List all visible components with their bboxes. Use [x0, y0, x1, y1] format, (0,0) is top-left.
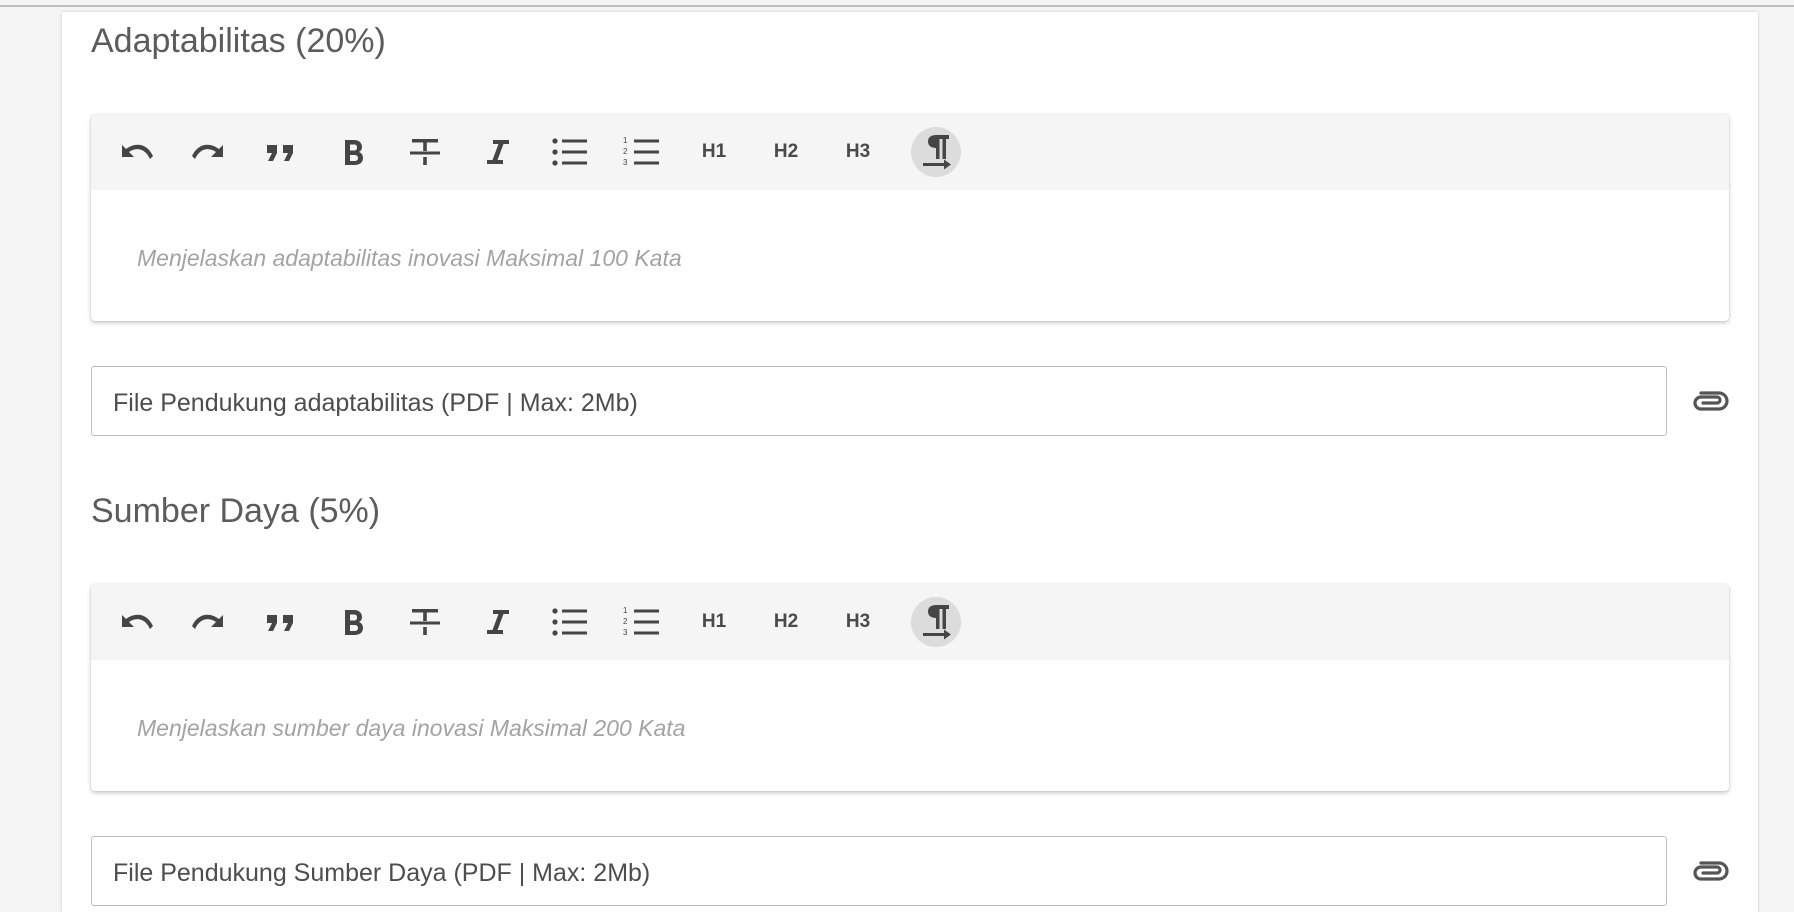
ordered-list-button[interactable]: 1 2 3 — [617, 597, 667, 647]
bullet-list-button[interactable] — [545, 597, 595, 647]
editor-toolbar: 1 2 3 H1 H2 H3 — [91, 114, 1729, 190]
heading-3-button[interactable]: H3 — [833, 127, 883, 177]
strikethrough-icon — [410, 139, 440, 165]
ordered-list-icon: 1 2 3 — [623, 136, 659, 167]
strikethrough-button[interactable] — [400, 127, 450, 177]
file-input-adaptabilitas[interactable]: File Pendukung adaptabilitas (PDF | Max:… — [91, 366, 1667, 436]
undo-icon — [122, 144, 153, 159]
heading-1-button[interactable]: H1 — [689, 127, 739, 177]
strikethrough-button[interactable] — [400, 597, 450, 647]
italic-button[interactable] — [473, 597, 523, 647]
svg-text:3: 3 — [623, 628, 628, 637]
editor-content[interactable]: Menjelaskan sumber daya inovasi Maksimal… — [91, 660, 1729, 791]
bullet-list-button[interactable] — [545, 127, 595, 177]
heading-1-button[interactable]: H1 — [689, 597, 739, 647]
paragraph-button[interactable] — [911, 127, 961, 177]
svg-text:2: 2 — [623, 147, 628, 156]
undo-button[interactable] — [111, 127, 161, 177]
bullet-list-icon — [552, 608, 587, 636]
editor-placeholder: Menjelaskan sumber daya inovasi Maksimal… — [137, 715, 686, 741]
blockquote-icon — [267, 615, 293, 631]
editor-toolbar: 1 2 3 H1 H2 H3 — [91, 584, 1729, 660]
blockquote-button[interactable] — [256, 127, 306, 177]
paragraph-icon — [923, 135, 951, 170]
heading-2-button[interactable]: H2 — [761, 127, 811, 177]
undo-icon — [122, 614, 153, 629]
file-input-sumber-daya[interactable]: File Pendukung Sumber Daya (PDF | Max: 2… — [91, 836, 1667, 906]
ordered-list-icon: 1 2 3 — [623, 606, 659, 637]
rich-text-editor-sumber-daya: 1 2 3 H1 H2 H3 Menjelaskan sumber daya ino… — [91, 584, 1729, 791]
svg-text:1: 1 — [623, 136, 628, 145]
editor-content[interactable]: Menjelaskan adaptabilitas inovasi Maksim… — [91, 190, 1729, 321]
page-top-border — [0, 0, 1794, 7]
paperclip-icon — [1693, 861, 1729, 881]
bold-button[interactable] — [328, 127, 378, 177]
italic-button[interactable] — [473, 127, 523, 177]
italic-icon — [487, 610, 509, 634]
bold-icon — [345, 140, 363, 165]
redo-icon — [192, 614, 223, 629]
redo-button[interactable] — [184, 127, 234, 177]
strikethrough-icon — [410, 609, 440, 635]
svg-text:1: 1 — [623, 606, 628, 615]
attach-file-button[interactable] — [1688, 856, 1730, 886]
bold-button[interactable] — [328, 597, 378, 647]
bold-icon — [345, 610, 363, 635]
redo-button[interactable] — [184, 597, 234, 647]
bullet-list-icon — [552, 138, 587, 166]
file-input-label: File Pendukung adaptabilitas (PDF | Max:… — [113, 389, 638, 417]
heading-3-button[interactable]: H3 — [833, 597, 883, 647]
svg-text:2: 2 — [623, 617, 628, 626]
file-input-label: File Pendukung Sumber Daya (PDF | Max: 2… — [113, 859, 651, 887]
section-title-sumber-daya: Sumber Daya (5%) — [91, 492, 381, 530]
italic-icon — [487, 140, 509, 164]
blockquote-icon — [267, 145, 293, 161]
blockquote-button[interactable] — [256, 597, 306, 647]
svg-text:3: 3 — [623, 158, 628, 167]
paperclip-icon — [1693, 391, 1729, 411]
paragraph-button[interactable] — [911, 597, 961, 647]
heading-2-button[interactable]: H2 — [761, 597, 811, 647]
rich-text-editor-adaptabilitas: 1 2 3 H1 H2 H3 Menjelaskan adaptabilitas i… — [91, 114, 1729, 321]
undo-button[interactable] — [111, 597, 161, 647]
redo-icon — [192, 144, 223, 159]
attach-file-button[interactable] — [1688, 386, 1730, 416]
paragraph-icon — [923, 605, 951, 640]
editor-placeholder: Menjelaskan adaptabilitas inovasi Maksim… — [137, 245, 682, 271]
ordered-list-button[interactable]: 1 2 3 — [617, 127, 667, 177]
section-title-adaptabilitas: Adaptabilitas (20%) — [91, 22, 386, 60]
